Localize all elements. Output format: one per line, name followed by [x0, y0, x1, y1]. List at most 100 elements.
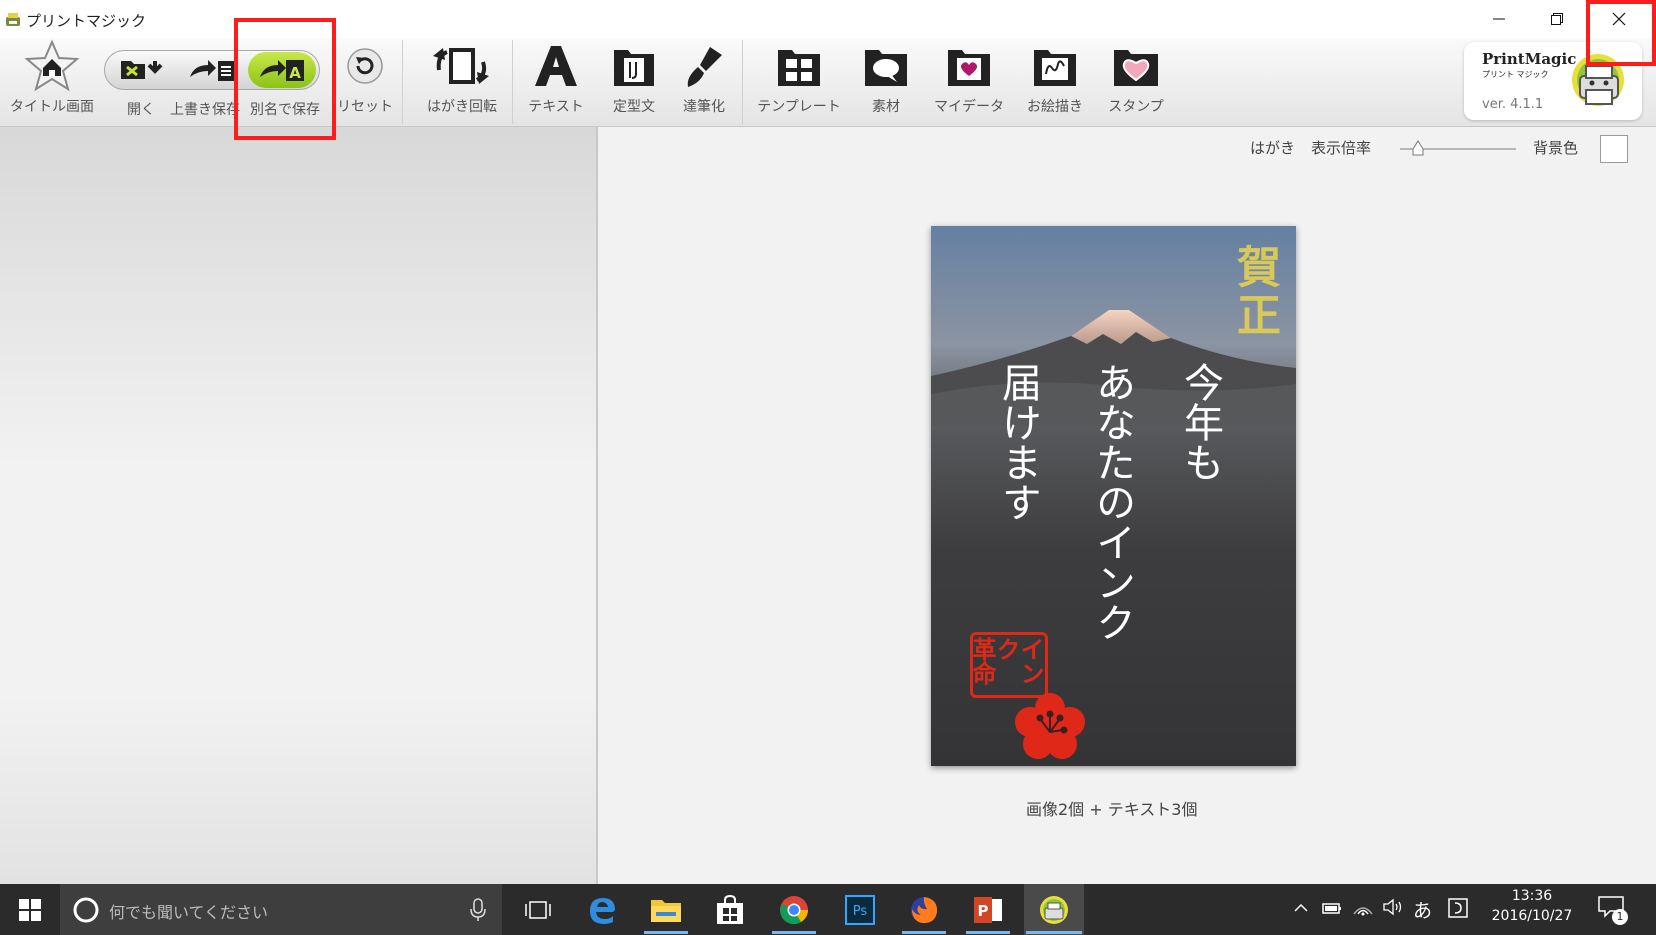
- microphone-icon: [470, 898, 486, 921]
- clock[interactable]: 13:36 2016/10/27: [1480, 888, 1584, 924]
- restore-button[interactable]: [1528, 0, 1586, 38]
- brush-style-button[interactable]: 達筆化: [672, 38, 736, 126]
- my-data-label: マイデータ: [934, 99, 1004, 115]
- ime-indicator[interactable]: あ: [1413, 896, 1432, 923]
- title-screen-button[interactable]: タイトル画面: [4, 38, 100, 126]
- brand-logo-text: PrintMagic: [1482, 50, 1577, 68]
- running-indicator: [772, 931, 816, 934]
- plum-blossom-stamp[interactable]: [1013, 690, 1087, 760]
- search-box[interactable]: 何でも聞いてください: [60, 884, 502, 935]
- task-view-button[interactable]: [510, 884, 566, 935]
- task-view-icon: [525, 900, 551, 919]
- running-indicator: [966, 931, 1010, 934]
- my-data-button[interactable]: マイデータ: [930, 38, 1008, 126]
- postcard-preview[interactable]: 賀正 今年も あなたのインク 届けます イン ク 革命: [931, 226, 1296, 766]
- powerpoint-icon: P: [974, 896, 1002, 923]
- zoom-label: 表示倍率: [1311, 139, 1372, 157]
- zoom-slider-thumb[interactable]: [1412, 140, 1424, 156]
- svg-text:P: P: [978, 902, 989, 920]
- drawing-icon: [1034, 50, 1076, 86]
- reset-icon: [347, 48, 383, 84]
- version-label: ver. 4.1.1: [1482, 97, 1544, 112]
- running-indicator: [902, 931, 946, 934]
- cortana-circle-icon: [73, 897, 99, 923]
- message-line-1[interactable]: 今年も: [1171, 362, 1229, 482]
- text-button[interactable]: テキスト: [524, 38, 588, 126]
- clock-date: 2016/10/27: [1491, 908, 1573, 924]
- taskbar-file-explorer[interactable]: [638, 884, 694, 935]
- toolbar-divider: [402, 40, 403, 124]
- chrome-icon: [780, 895, 808, 924]
- overwrite-save-icon: [190, 60, 234, 81]
- reset-label: リセット: [337, 99, 393, 115]
- template-phrase-label: 定型文: [613, 99, 655, 115]
- left-panel: [0, 127, 598, 884]
- text-a-icon: [535, 46, 577, 86]
- open-button[interactable]: [106, 50, 176, 90]
- template-phrase-button[interactable]: 定型文: [602, 38, 666, 126]
- taskbar-printmagic[interactable]: [1024, 884, 1084, 935]
- bg-color-swatch[interactable]: [1600, 135, 1628, 163]
- greeting-text[interactable]: 賀正: [1222, 244, 1286, 340]
- battery-icon[interactable]: [1322, 900, 1342, 916]
- card-type-label: はがき: [1250, 139, 1296, 157]
- notification-count: 1: [1612, 909, 1628, 925]
- taskbar-edge[interactable]: [574, 884, 630, 935]
- tray-overflow-chevron-icon[interactable]: [1294, 902, 1308, 914]
- rotate-card-label: はがき回転: [427, 99, 497, 115]
- drawing-label: お絵描き: [1027, 99, 1083, 115]
- close-button-highlight-box: [1586, 0, 1656, 66]
- rotate-card-button[interactable]: はがき回転: [414, 38, 510, 126]
- material-bubble-icon: [865, 50, 907, 86]
- drawing-button[interactable]: お絵描き: [1018, 38, 1092, 126]
- taskbar-store[interactable]: [702, 884, 758, 935]
- zoom-slider[interactable]: [1400, 140, 1516, 156]
- wifi-icon[interactable]: [1352, 898, 1374, 916]
- minimize-icon: [1493, 18, 1505, 20]
- brush-style-label: 達筆化: [683, 99, 725, 115]
- overwrite-save-label: 上書き保存: [170, 102, 240, 118]
- minimize-button[interactable]: [1470, 0, 1528, 38]
- reset-button[interactable]: リセット: [336, 38, 394, 126]
- app-icon: [6, 13, 20, 26]
- seal-text-3: 革命: [968, 637, 996, 685]
- photoshop-icon: Ps: [845, 894, 875, 925]
- home-star-icon: [24, 39, 80, 92]
- taskbar-firefox[interactable]: [896, 884, 952, 935]
- store-bag-icon: [717, 894, 743, 924]
- bg-color-label: 背景色: [1533, 139, 1579, 157]
- template-button[interactable]: テンプレート: [754, 38, 844, 126]
- running-indicator: [644, 931, 688, 934]
- windows-logo-icon: [19, 898, 41, 921]
- firefox-icon: [911, 896, 938, 923]
- edge-browser-icon: [590, 897, 615, 924]
- taskbar-powerpoint[interactable]: P: [960, 884, 1016, 935]
- template-phrase-icon: [614, 50, 654, 86]
- volume-icon[interactable]: [1382, 898, 1404, 916]
- taskbar-photoshop[interactable]: Ps: [832, 884, 888, 935]
- rotate-card-icon: [433, 48, 489, 84]
- toolbar-divider: [512, 40, 513, 124]
- svg-text:Ps: Ps: [853, 904, 868, 919]
- text-label: テキスト: [528, 99, 584, 115]
- seal-text-1: イン: [1016, 637, 1044, 685]
- running-indicator-active: [1026, 931, 1082, 934]
- action-center-button[interactable]: 1: [1598, 896, 1632, 926]
- ime-pad-icon[interactable]: [1448, 898, 1468, 918]
- clock-time: 13:36: [1511, 888, 1553, 904]
- message-line-3[interactable]: 届けます: [989, 362, 1047, 522]
- ink-revolution-seal[interactable]: イン ク 革命: [968, 632, 1048, 698]
- restore-icon: [1551, 13, 1563, 25]
- stamp-button[interactable]: スタンプ: [1096, 38, 1176, 126]
- stamp-heart-icon: [1114, 50, 1158, 86]
- title-screen-label: タイトル画面: [10, 99, 94, 115]
- message-line-2[interactable]: あなたのインク: [1083, 362, 1141, 642]
- material-button[interactable]: 素材: [856, 38, 916, 126]
- taskbar-chrome[interactable]: [766, 884, 822, 935]
- item-summary: 画像2個 + テキスト3個: [1026, 800, 1198, 819]
- brush-icon: [687, 47, 722, 87]
- my-data-icon: [948, 50, 990, 86]
- toolbar-divider: [742, 40, 743, 124]
- save-as-highlight-box: [234, 18, 336, 140]
- start-button[interactable]: [2, 884, 58, 935]
